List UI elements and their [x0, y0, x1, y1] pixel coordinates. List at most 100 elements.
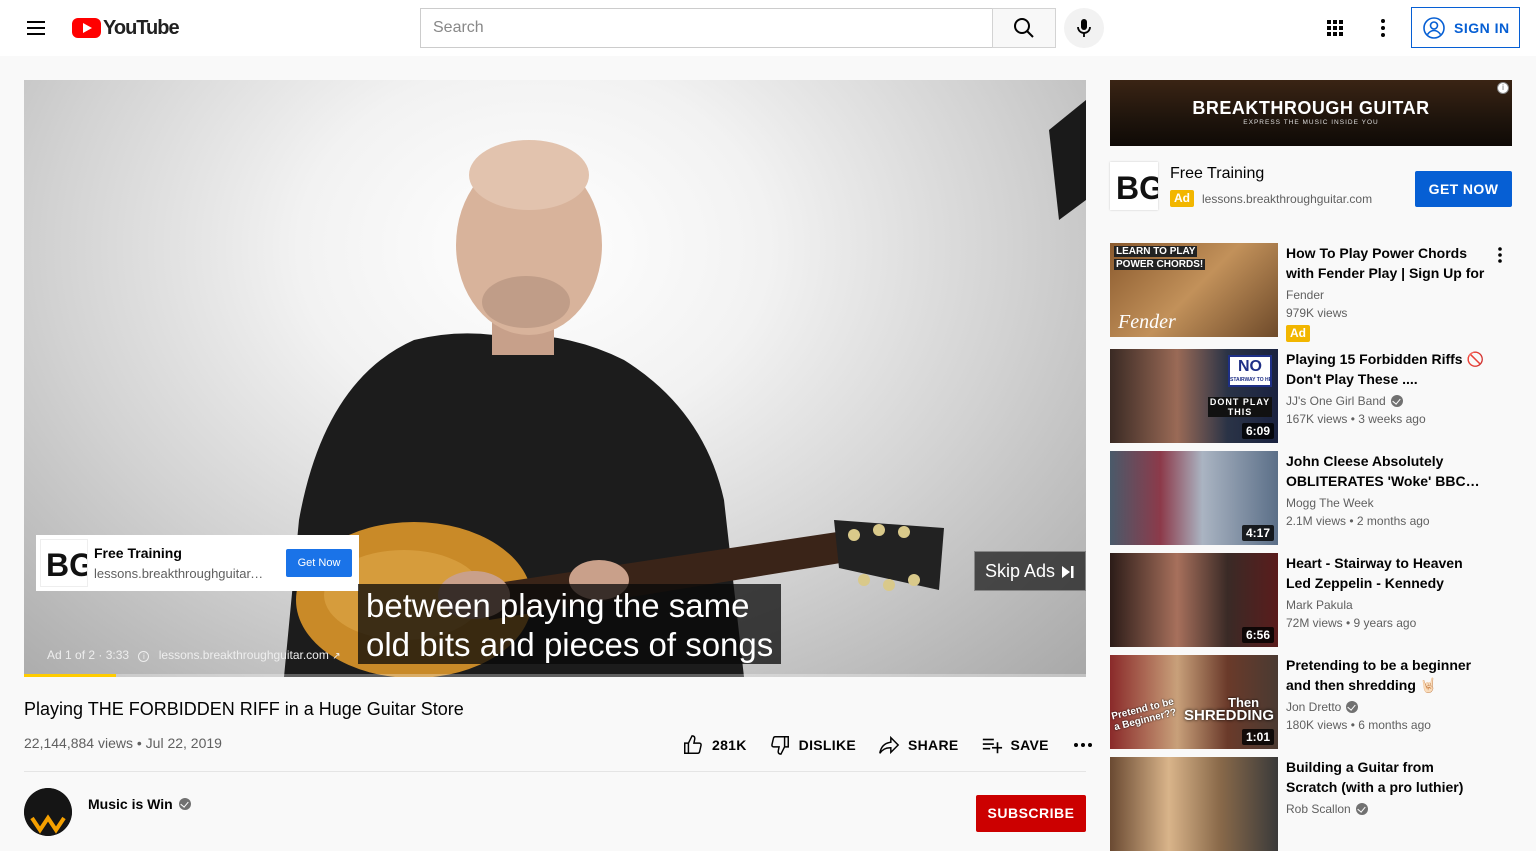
recommendation-channel[interactable]: Mark Pakula: [1286, 598, 1353, 612]
recommendation-title[interactable]: Pretending to be a beginner and then shr…: [1286, 655, 1486, 695]
ad-info-icon[interactable]: i: [138, 651, 150, 662]
recommendation-item[interactable]: 6:56 Heart - Stairway to Heaven Led Zepp…: [1110, 553, 1512, 647]
subscribe-button[interactable]: SUBSCRIBE: [976, 795, 1086, 832]
recommendation-channel[interactable]: Jon Dretto: [1286, 700, 1359, 714]
recommendation-channel[interactable]: Fender: [1286, 288, 1324, 302]
ad-info-icon[interactable]: i: [1497, 82, 1509, 94]
recommendation-ad-badge: Ad: [1286, 324, 1310, 342]
channel-name-text: Music is Win: [88, 796, 173, 812]
recommendation-title[interactable]: Building a Guitar from Scratch (with a p…: [1286, 757, 1486, 797]
get-now-button[interactable]: GET NOW: [1415, 171, 1512, 207]
ad-url-link[interactable]: lessons.breakthroughguitar.com: [159, 648, 329, 662]
channel-name-text: Fender: [1286, 288, 1325, 302]
thumbs-down-icon: [770, 736, 789, 755]
video-thumbnail[interactable]: LEARN TO PLAY POWER CHORDS! Fender: [1110, 243, 1278, 337]
sidebar-ad-meta: Ad lessons.breakthroughguitar.com: [1170, 190, 1372, 207]
sign-in-button[interactable]: SIGN IN: [1411, 7, 1520, 48]
ad-badge: Ad: [1170, 190, 1194, 207]
recommendation-channel[interactable]: Rob Scallon: [1286, 802, 1368, 816]
recommendation-item[interactable]: 4:17 John Cleese Absolutely OBLITERATES …: [1110, 451, 1512, 545]
ad-counter: Ad 1 of 2 · 3:33: [47, 648, 130, 662]
search-icon: [1014, 18, 1034, 38]
apps-button[interactable]: [1322, 15, 1348, 41]
menu-icon[interactable]: [24, 16, 48, 40]
dislike-button[interactable]: DISLIKE: [769, 734, 856, 756]
video-thumbnail[interactable]: Pretend to be a Beginner?? Then SHREDDIN…: [1110, 655, 1278, 749]
sidebar-ad-title[interactable]: Free Training: [1170, 165, 1264, 183]
search-button[interactable]: [992, 8, 1056, 48]
thumbnail-text: STAIRWAY TO HEAVEN: [1230, 377, 1272, 383]
progress-bar[interactable]: [24, 674, 1086, 677]
save-label: SAVE: [1010, 737, 1049, 753]
thumbnail-text: Pretend to be a Beginner??: [1110, 696, 1178, 734]
recommendation-views: 72M views • 9 years ago: [1286, 616, 1417, 630]
channel-avatar[interactable]: [24, 788, 72, 836]
channel-name[interactable]: Music is Win: [88, 796, 191, 812]
video-duration: 6:56: [1241, 627, 1274, 643]
thumbnail-text: LEARN TO PLAY: [1114, 246, 1198, 257]
advertiser-logo[interactable]: BG: [1110, 162, 1164, 210]
recommendation-title[interactable]: How To Play Power Chords with Fender Pla…: [1286, 243, 1486, 283]
apps-grid-icon: [1327, 20, 1343, 36]
overlay-ad-card[interactable]: BG Free Training lessons.breakthroughgui…: [36, 535, 359, 591]
share-icon: [879, 735, 900, 755]
account-icon: [1423, 16, 1445, 39]
companion-ad-banner[interactable]: BREAKTHROUGH GUITAR EXPRESS THE MUSIC IN…: [1110, 80, 1512, 146]
horizontal-dots-icon: [1073, 743, 1092, 747]
recommendation-item[interactable]: Pretend to be a Beginner?? Then SHREDDIN…: [1110, 655, 1512, 749]
section-divider: [24, 771, 1086, 772]
save-button[interactable]: SAVE: [981, 734, 1049, 756]
youtube-logo[interactable]: YouTube: [72, 17, 180, 39]
caption-line-2: old bits and pieces of songs: [366, 626, 774, 663]
caption-line-1: between playing the same: [366, 587, 750, 624]
channel-name-text: Mark Pakula: [1286, 598, 1353, 612]
video-thumbnail[interactable]: [1110, 757, 1278, 851]
video-thumbnail[interactable]: 6:56: [1110, 553, 1278, 647]
external-link-icon: ↗: [332, 651, 341, 662]
ad-card-title: Free Training: [94, 545, 182, 561]
video-meta: 22,144,884 views • Jul 22, 2019: [24, 735, 222, 751]
recommendation-item[interactable]: LEARN TO PLAY POWER CHORDS! Fender How T…: [1110, 243, 1512, 342]
video-thumbnail[interactable]: 4:17: [1110, 451, 1278, 545]
recommendation-title[interactable]: John Cleese Absolutely OBLITERATES 'Woke…: [1286, 451, 1486, 491]
verified-check-icon: [178, 798, 191, 810]
search-input[interactable]: Search: [420, 8, 993, 48]
more-actions-button[interactable]: [1071, 734, 1095, 756]
recommendation-channel[interactable]: JJ's One Girl Band: [1286, 394, 1403, 408]
verified-check-icon: [1355, 803, 1368, 815]
recommendation-item[interactable]: NO STAIRWAY TO HEAVEN DONT PLAY THIS 6:0…: [1110, 349, 1512, 443]
like-button[interactable]: 281K: [682, 734, 747, 756]
ad-card-get-now-button[interactable]: Get Now: [286, 549, 352, 577]
recommendation-title[interactable]: Playing 15 Forbidden Riffs 🚫 Don't Play …: [1286, 349, 1486, 389]
sidebar-ad-url: lessons.breakthroughguitar.com: [1202, 191, 1373, 206]
upload-date: Jul 22, 2019: [145, 735, 222, 751]
view-count: 22,144,884 views: [24, 735, 133, 751]
svg-text:BG: BG: [1116, 170, 1158, 206]
share-button[interactable]: SHARE: [878, 734, 959, 756]
recommendation-views: 167K views • 3 weeks ago: [1286, 412, 1426, 426]
thumbnail-text: Fender: [1118, 311, 1176, 333]
thumbnail-text: POWER CHORDS!: [1114, 259, 1206, 270]
recommendation-views: 180K views • 6 months ago: [1286, 718, 1431, 732]
settings-more-button[interactable]: [1370, 15, 1396, 41]
video-duration: 6:09: [1241, 423, 1274, 439]
banner-tagline: EXPRESS THE MUSIC INSIDE YOU: [1243, 119, 1379, 126]
thumbs-up-icon: [684, 735, 702, 754]
meta-separator: •: [136, 735, 146, 751]
ad-info-bar: Ad 1 of 2 · 3:33 i lessons.breakthroughg…: [47, 648, 341, 662]
recommendation-views: 979K views: [1286, 306, 1348, 320]
progress-bar-fill: [24, 674, 117, 677]
recommendation-item[interactable]: Building a Guitar from Scratch (with a p…: [1110, 757, 1512, 851]
skip-ads-label: Skip Ads: [985, 561, 1056, 581]
verified-check-icon: [1346, 701, 1359, 713]
video-thumbnail[interactable]: NO STAIRWAY TO HEAVEN DONT PLAY THIS 6:0…: [1110, 349, 1278, 443]
ad-card-url: lessons.breakthroughguitar.com: [94, 566, 266, 581]
skip-ads-button[interactable]: Skip Ads: [974, 551, 1086, 591]
recommendation-channel[interactable]: Mogg The Week: [1286, 496, 1374, 510]
video-player[interactable]: BG Free Training lessons.breakthroughgui…: [24, 80, 1086, 677]
recommendation-title[interactable]: Heart - Stairway to Heaven Led Zeppelin …: [1286, 553, 1486, 593]
recommendation-menu-button[interactable]: [1492, 245, 1508, 265]
voice-search-button[interactable]: [1064, 8, 1104, 48]
channel-name-text: Rob Scallon: [1286, 802, 1351, 816]
share-label: SHARE: [908, 737, 959, 753]
